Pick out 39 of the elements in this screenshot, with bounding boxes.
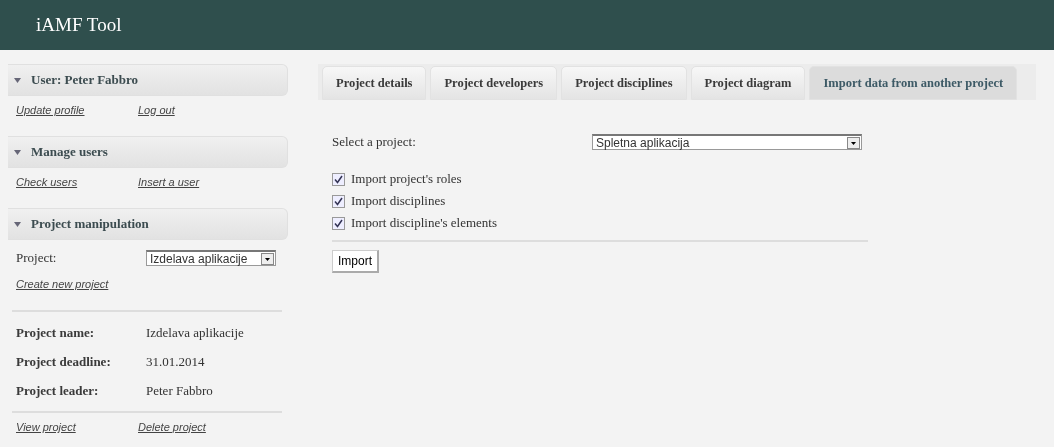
section-title: User: Peter Fabbro [31, 72, 139, 88]
checkbox-label: Import disciplines [351, 193, 446, 209]
section-title: Project manipulation [31, 216, 149, 232]
tab[interactable]: Project diagram [690, 66, 806, 100]
collapse-arrow-icon [14, 149, 21, 155]
checkbox[interactable] [332, 216, 345, 230]
app-title: iAMF Tool [36, 14, 122, 36]
detail-value: Izdelava aplikacije [146, 324, 244, 341]
project-select[interactable]: Spletna aplikacija [592, 134, 862, 150]
tab[interactable]: Import data from another project [809, 66, 1018, 100]
checkbox-label: Import project's roles [351, 171, 462, 187]
detail-label: Project deadline: [16, 353, 112, 370]
sidebar-link[interactable]: Delete project [138, 421, 260, 447]
section-header[interactable]: User: Peter Fabbro [8, 64, 288, 96]
checkbox-label: Import discipline's elements [351, 215, 498, 231]
detail-label: Project leader: [16, 382, 100, 399]
field-label: Select a project: [332, 134, 417, 150]
sidebar-link[interactable]: Log out [138, 104, 260, 136]
section-header[interactable]: Project manipulation [8, 208, 288, 240]
sidebar-link[interactable]: Update profile [16, 104, 138, 136]
sidebar-link[interactable]: Check users [16, 176, 138, 208]
project-select[interactable]: Izdelava aplikacije [146, 250, 276, 266]
section-title: Manage users [31, 144, 108, 160]
detail-label: Project name: [16, 324, 96, 341]
create-project-link[interactable]: Create new project [16, 278, 138, 310]
sidebar-link[interactable]: Insert a user [138, 176, 260, 208]
sidebar-link[interactable]: View project [16, 421, 138, 447]
checkbox[interactable] [332, 172, 345, 186]
tab[interactable]: Project details [322, 66, 427, 100]
tab[interactable]: Project developers [430, 66, 558, 100]
section-header[interactable]: Manage users [8, 136, 288, 168]
collapse-arrow-icon [14, 77, 21, 83]
field-label: Project: [16, 250, 58, 266]
detail-value: 31.01.2014 [146, 353, 205, 370]
import-button[interactable]: Import [332, 250, 379, 273]
tab[interactable]: Project disciplines [561, 66, 687, 100]
collapse-arrow-icon [14, 221, 21, 227]
checkbox[interactable] [332, 194, 345, 208]
detail-value: Peter Fabbro [146, 382, 213, 399]
